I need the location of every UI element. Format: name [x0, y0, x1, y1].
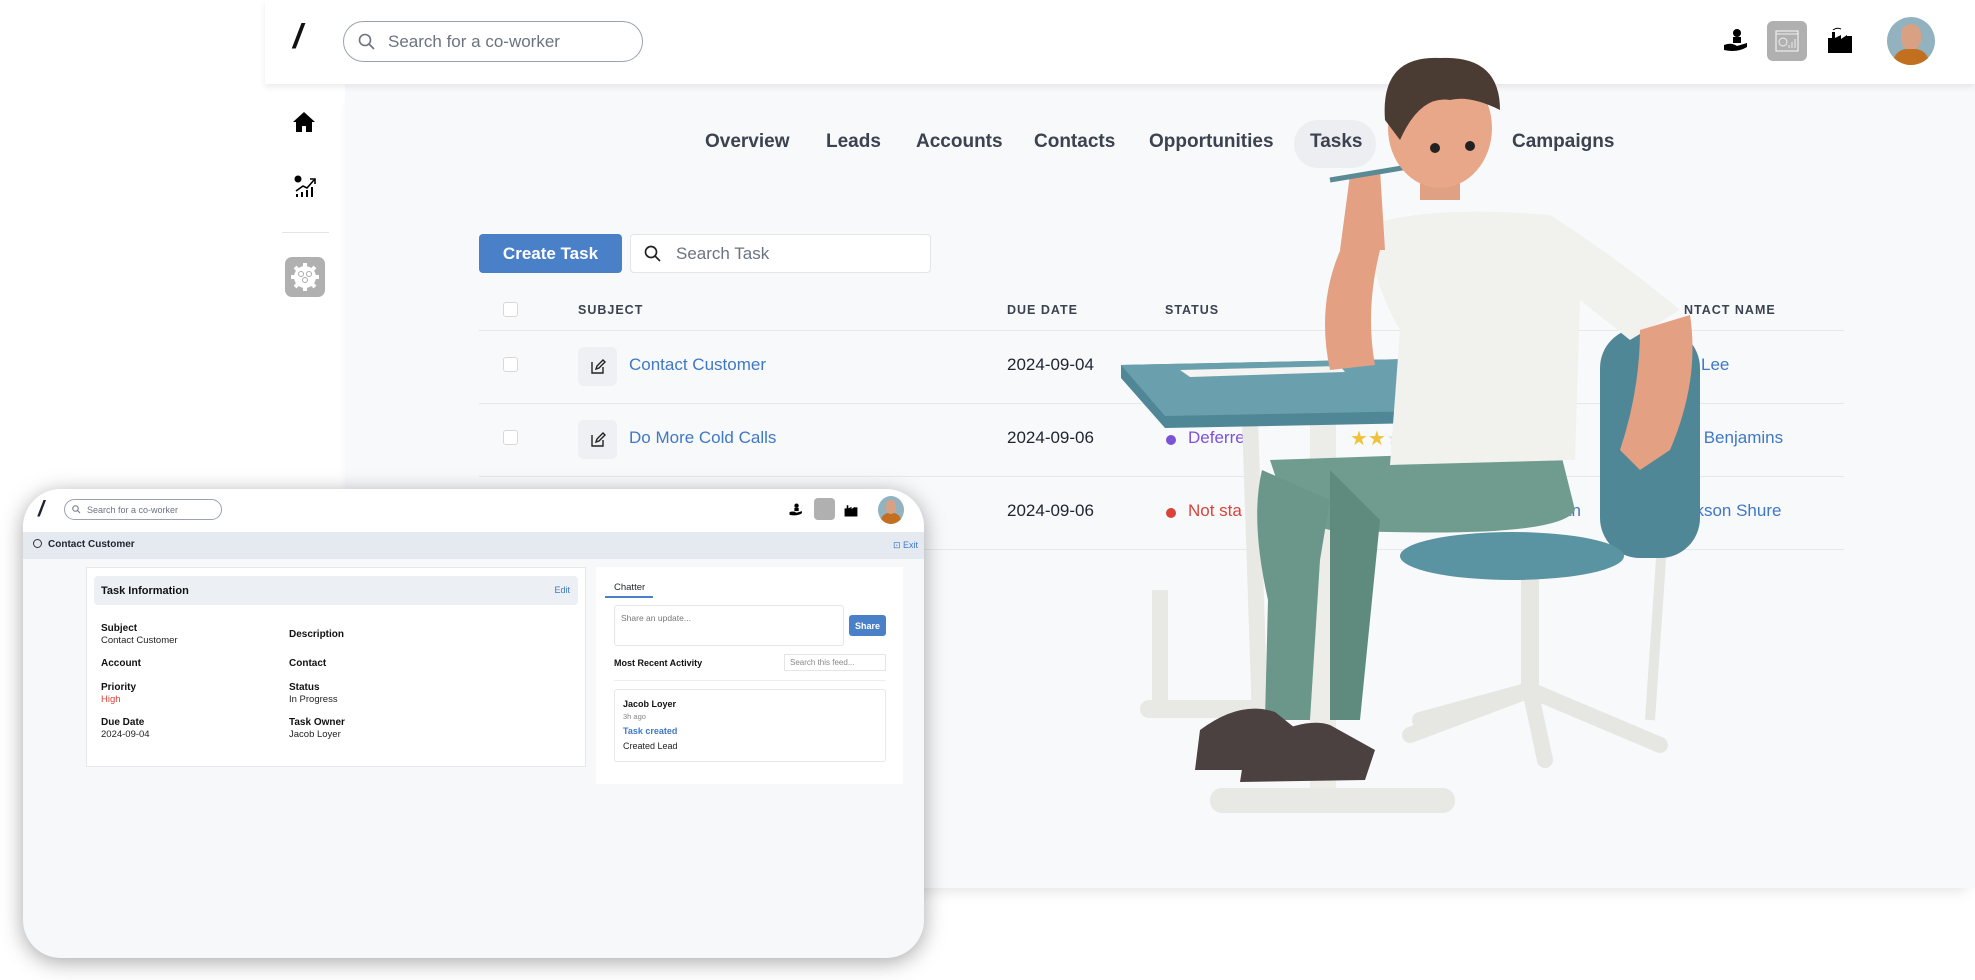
finance-dashboard-icon[interactable]: [814, 498, 835, 520]
card-title: Task Information: [101, 585, 189, 597]
search-placeholder: Search for a co-worker: [87, 504, 179, 515]
priority-label: Priority: [101, 682, 137, 693]
search-icon: [72, 505, 81, 514]
recent-activity-label: Most Recent Activity: [614, 658, 703, 668]
edit-link[interactable]: Edit: [554, 585, 570, 595]
share-button[interactable]: Share: [849, 615, 886, 636]
tab-underline: [605, 596, 653, 598]
subject-value: Contact Customer: [101, 635, 178, 646]
task-owner-label: Task Owner: [289, 717, 345, 728]
contact-label: Contact: [289, 658, 327, 669]
task-owner-value: Jacob Loyer: [289, 729, 341, 740]
user-avatar[interactable]: [878, 496, 904, 524]
info-icon: [33, 539, 42, 548]
description-label: Description: [289, 629, 345, 640]
chatter-panel: Chatter Share an update... Share Most Re…: [596, 567, 903, 784]
activity-text: Created Lead: [623, 741, 678, 751]
status-label: Status: [289, 682, 320, 693]
feed-search-input[interactable]: Search this feed...: [784, 654, 886, 671]
priority-value: High: [101, 694, 121, 705]
due-date-value: 2024-09-04: [101, 729, 150, 740]
tab-chatter[interactable]: Chatter: [614, 582, 645, 593]
card-header: Task Information Edit: [94, 576, 578, 605]
exit-button[interactable]: ⊡ Exit: [893, 540, 918, 551]
activity-time: 3h ago: [623, 712, 646, 721]
coworker-search[interactable]: Search for a co-worker: [64, 499, 222, 520]
due-date-label: Due Date: [101, 717, 145, 728]
activity-item: Jacob Loyer 3h ago Task created Created …: [614, 689, 886, 762]
inset-top-bar: / Search for a co-worker: [23, 489, 924, 532]
record-title: Contact Customer: [48, 539, 135, 550]
activity-author: Jacob Loyer: [623, 699, 677, 709]
activity-action-link[interactable]: Task created: [623, 726, 677, 736]
status-value: In Progress: [289, 694, 338, 705]
divider: [614, 680, 886, 681]
task-detail-window: / Search for a co-worker Contact Custome…: [23, 489, 924, 958]
record-title-bar: Contact Customer ⊡ Exit: [23, 532, 924, 559]
factory-icon[interactable]: [844, 502, 858, 517]
hand-person-icon[interactable]: [789, 503, 803, 517]
exit-label: Exit: [903, 540, 919, 550]
subject-label: Subject: [101, 623, 138, 634]
share-update-textarea[interactable]: Share an update...: [614, 605, 844, 646]
account-label: Account: [101, 658, 141, 669]
task-information-card: Task Information Edit Subject Contact Cu…: [86, 567, 586, 767]
logo: /: [38, 496, 45, 521]
